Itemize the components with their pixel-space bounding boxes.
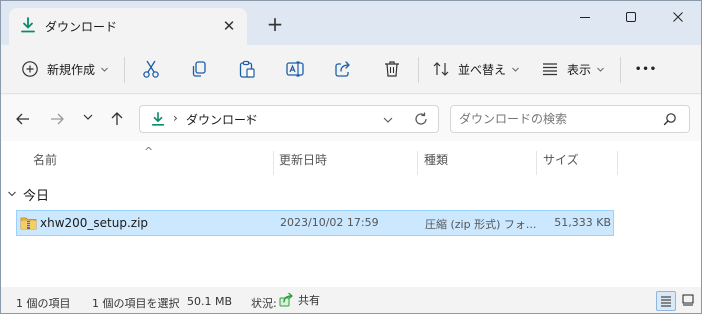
chevron-down-icon [512,67,519,72]
column-divider[interactable] [536,151,537,175]
more-options-button[interactable]: ••• [635,54,657,84]
download-icon [150,111,166,130]
new-tab-button[interactable]: + [263,13,287,37]
group-label: 今日 [23,188,50,204]
arrow-up-icon [111,112,123,125]
chevron-down-icon [8,191,16,197]
chevron-down-icon [383,117,393,123]
back-button[interactable] [11,107,35,131]
new-label: 新規作成 [47,62,96,77]
sort-indicator: ^ [144,145,154,158]
search-input[interactable] [459,110,649,128]
tiles-view-icon [682,294,694,306]
sort-button[interactable]: 並べ替え [432,54,520,84]
share-status: 共有 [278,292,320,308]
column-header-name[interactable]: 名前 [33,151,57,175]
close-window-button[interactable] [655,1,701,33]
copy-button[interactable] [189,54,209,84]
up-button[interactable] [105,107,129,131]
address-bar[interactable]: › ダウンロード › [139,105,439,133]
forward-button[interactable] [45,107,69,131]
column-divider[interactable] [417,151,418,175]
add-circle-icon [22,61,38,77]
status-label: 状況: [251,297,277,310]
shared-icon [279,292,293,307]
chevron-down-icon [83,114,93,120]
paste-icon [239,60,255,78]
copy-icon [192,61,206,77]
maximize-icon [626,12,636,22]
selection-count: 1 個の項目を選択 [92,297,180,310]
view-list-icon [543,63,557,76]
new-button[interactable]: 新規作成 [21,54,109,84]
cut-button[interactable] [141,54,161,84]
view-button[interactable]: 表示 [541,54,605,84]
chevron-down-icon [101,67,108,72]
zip-folder-icon [20,215,37,234]
column-divider[interactable] [617,151,618,175]
rename-icon [286,61,304,77]
file-list: ^ 名前 更新日時 種類 サイズ 今日 xhw200_setup.zip 202… [1,141,701,287]
share-icon [335,61,350,77]
search-box[interactable] [450,105,690,133]
file-size: 51,333 KB [554,216,611,229]
maximize-button[interactable] [608,1,654,33]
column-header-date[interactable]: 更新日時 [279,151,327,175]
sort-icon [433,62,449,76]
file-type: 圧縮 (zip 形式) フォ... [425,218,537,231]
cut-icon [143,60,159,78]
share-button[interactable] [333,54,353,84]
tab-close-button[interactable]: ✕ [218,15,240,37]
divider [124,57,125,83]
tab-downloads[interactable]: ダウンロード ✕ [9,8,247,45]
address-history-button[interactable] [382,114,394,129]
column-divider[interactable] [273,151,274,175]
search-icon[interactable] [663,112,677,129]
view-label: 表示 [567,62,592,77]
share-label: 共有 [298,294,320,307]
breadcrumb-separator[interactable]: › [246,111,251,125]
status-bar: 1 個の項目 1 個の項目を選択 50.1 MB 状況: 共有 [1,287,701,313]
paste-button[interactable] [237,54,257,84]
arrow-right-icon [51,113,64,125]
refresh-button[interactable] [413,111,429,130]
address-row: › ダウンロード › [1,95,701,141]
file-name: xhw200_setup.zip [40,216,149,230]
column-header-size[interactable]: サイズ [543,151,579,175]
delete-icon [385,61,399,77]
sort-label: 並べ替え [458,62,507,77]
refresh-icon [415,112,427,125]
delete-button[interactable] [382,54,402,84]
arrow-left-icon [16,113,29,125]
details-view-icon [661,296,671,307]
tab-title: ダウンロード [45,20,118,34]
column-header-type[interactable]: 種類 [424,151,448,175]
rename-button[interactable] [285,54,305,84]
explorer-window: ダウンロード ✕ + 新規作成 並べ替え 表示 ••• › ダウンロード › ダ… [0,0,702,314]
recent-locations-button[interactable] [76,107,100,131]
minimize-icon [580,17,590,18]
command-bar: 新規作成 並べ替え 表示 ••• [1,45,701,94]
selection-size: 50.1 MB [187,295,233,308]
download-icon [19,16,37,34]
group-header-today[interactable]: 今日 [7,185,50,204]
breadcrumb-separator[interactable]: › [173,111,178,125]
large-icons-view-button[interactable] [678,291,698,311]
chevron-down-icon [597,67,604,72]
file-date: 2023/10/02 17:59 [280,216,379,229]
title-bar: ダウンロード ✕ + [1,1,701,45]
close-icon [673,12,683,22]
details-view-button[interactable] [656,291,676,311]
divider [418,57,419,83]
divider [620,57,621,83]
minimize-button[interactable] [562,1,608,33]
item-count: 1 個の項目 [16,297,71,310]
file-row[interactable]: xhw200_setup.zip 2023/10/02 17:59 圧縮 (zi… [16,210,614,236]
